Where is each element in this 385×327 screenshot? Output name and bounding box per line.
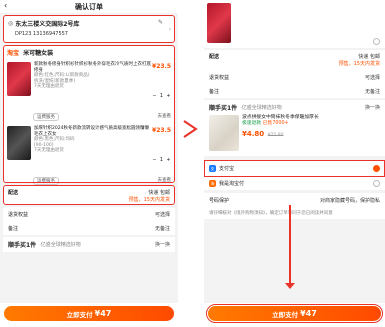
bundle-product-image[interactable] [209,115,239,151]
cart-items-preview [204,0,385,48]
product-title: 新款秋冬修身针织衫针织衫秋冬外穿毛衣冷气质时上衣打底修身 [34,62,151,73]
return-policy: 7天无理由退货 [34,148,64,154]
delivery-sub: 预售，15天内发货 [128,197,170,203]
pay-amount: ¥47 [94,309,112,318]
service-value: 去查看 [157,114,172,119]
address-text: 东太三楼义交国际2号库 [15,21,80,28]
bundle-old-price: ¥25.80 [267,133,284,138]
edit-icon[interactable]: ✎ [158,19,163,26]
minus-icon[interactable]: − [152,157,157,163]
alipay-icon: 支 [209,165,216,172]
return-rights-row[interactable]: 退货权益 可选择 [204,70,385,84]
unselected-check-icon[interactable] [373,180,380,187]
bundle-section: 顺手买1件 ·亿盛全球精选好物 换一换 波点拼接女中筒袜秋冬季保暖加厚长 极速退… [204,38,385,156]
shop-name: 米可糖女装 [23,50,54,57]
payment-name: 支付宝 [219,166,235,172]
product-image[interactable] [7,62,31,96]
bundle-subtitle: ·亿盛全球精选好物 [240,105,282,111]
quantity-value: 1 [159,93,164,99]
number-protection-row[interactable]: 号码保护 对商家隐藏号码，保护隐私 [204,193,385,207]
minus-icon[interactable]: − [152,93,157,99]
shop-card: 淘宝 米可糖女装 新款秋冬修身针织衫针织衫秋冬外穿毛衣冷气质时上衣打底修身 颜色… [3,45,175,185]
taobao-pay-icon: 淘 [209,180,216,187]
arrow-right-icon [183,120,198,138]
product-title: 加厚针织2024秋冬新款流转设计感气质高级宽松圆领慵懒毛衣上衣女 [34,126,149,137]
service-row[interactable]: 运费服务 去查看 [3,112,175,124]
number-protection-value: 对商家隐藏号码，保护隐私 [319,197,380,204]
delivery-value: 快递 包邮 [148,190,170,196]
remark-value: 无备注 [364,88,380,95]
left-screen: ‹ 确认订单 ◎ 东太三楼义交国际2号库 DP123 13136947557 ✎… [0,0,178,327]
bundle-title: 顺手买1件 [209,105,238,112]
page-title: 确认订单 [75,2,103,11]
product-price: ¥23.5 [152,63,171,70]
remark-row[interactable]: 备注 无备注 [204,84,385,98]
return-rights-label: 退货权益 [209,74,230,81]
delivery-card: 配送 快递 包邮 预售，15天内发货 [3,185,175,205]
remark-row[interactable]: 备注 无备注 [3,221,175,235]
back-icon[interactable]: ‹ [4,1,7,10]
return-rights-row[interactable]: 退货权益 可选择 [3,207,175,221]
address-card[interactable]: ◎ 东太三楼义交国际2号库 DP123 13136947557 ✎ › [3,15,175,43]
plus-icon[interactable]: + [166,93,171,99]
fast-refund-badge: 极速退款 [242,121,262,126]
pay-now-button[interactable]: 立即支付 ¥47 [206,304,383,323]
pay-footer: 立即支付 ¥47 [0,303,178,327]
chevron-right-icon[interactable]: › [169,26,171,33]
delivery-row[interactable]: 配送 快递 包邮 预售，15天内发货 [3,186,175,204]
bundle-subtitle: ·亿盛全球精选好物 [39,242,81,248]
connector-line [289,205,291,285]
plus-icon[interactable]: + [166,157,171,163]
return-rights-value: 可选择 [364,74,380,81]
delivery-sub: 预售，15天内发货 [338,61,380,67]
return-rights-label: 退货权益 [8,211,29,218]
number-protection-label: 号码保护 [209,197,230,204]
right-screen: 配送 快递 包邮 预售，15天内发货 退货权益 可选择 备注 无备注 顺手买1件… [204,0,385,327]
swap-button[interactable]: 换一换 [155,241,170,248]
product-image[interactable] [207,3,231,43]
remark-label: 备注 [209,88,220,95]
service-label: 运费服务 [33,177,59,185]
return-rights-value: 可选择 [154,211,170,218]
selected-check-icon[interactable] [373,165,380,172]
order-header: ‹ 确认订单 [0,0,178,13]
pay-label: 立即支付 [272,310,299,319]
payment-name: 我是淘宝付 [219,181,245,187]
delivery-row[interactable]: 配送 快递 包邮 预售，15天内发货 [204,50,385,70]
order-item[interactable]: 加厚针织2024秋冬新款流转设计感气质高级宽松圆领慵懒毛衣上衣女 颜色:黑色;尺… [3,124,175,176]
product-image[interactable] [7,126,31,160]
remark-label: 备注 [8,225,19,232]
shop-header[interactable]: 淘宝 米可糖女装 [3,45,175,60]
payment-option-taobao[interactable]: 淘 我是淘宝付 [204,177,385,190]
delivery-label: 配送 [8,190,19,196]
quantity-stepper[interactable]: − 1 + [152,93,171,99]
bundle-section: 顺手买1件 ·亿盛全球精选好物 换一换 [3,237,175,252]
bundle-select-checkbox[interactable] [373,38,380,45]
service-value: 去查看 [157,178,172,183]
quantity-stepper[interactable]: − 1 + [152,157,171,163]
service-label: 运费服务 [33,113,59,121]
pay-label: 立即支付 [66,310,93,319]
notice-text: 请仔细核对《境外购物须知》，确定订单等同于您已阅读并同意 [204,207,385,219]
payment-option-alipay[interactable]: 支 支付宝 [204,160,385,177]
pay-amount: ¥47 [300,309,317,318]
pay-now-button[interactable]: 立即支付 ¥47 [4,306,174,321]
location-icon: ◎ [8,20,14,27]
taobao-tag: 淘宝 [7,50,20,57]
contact-phone: DP123 13136947557 [15,31,68,37]
return-policy: 7天无理由退货 [34,84,64,90]
swap-button[interactable]: 换一换 [365,104,380,111]
quantity-value: 1 [159,157,164,163]
product-price: ¥23.5 [152,127,171,134]
bundle-price: ¥4.80 [242,130,265,138]
pay-footer: 立即支付 ¥47 [204,303,385,327]
sold-count: 已售7000+ [262,121,289,126]
bundle-title: 顺手买1件 [8,242,37,249]
payment-methods: 支 支付宝 淘 我是淘宝付 [204,160,385,190]
delivery-label: 配送 [209,54,220,60]
order-item[interactable]: 新款秋冬修身针织衫针织衫秋冬外穿毛衣冷气质时上衣打底修身 颜色:红色;尺码:L(… [3,60,175,112]
delivery-value: 快递 包邮 [358,54,380,60]
arrow-down-icon [285,283,295,289]
remark-value: 无备注 [154,225,170,232]
